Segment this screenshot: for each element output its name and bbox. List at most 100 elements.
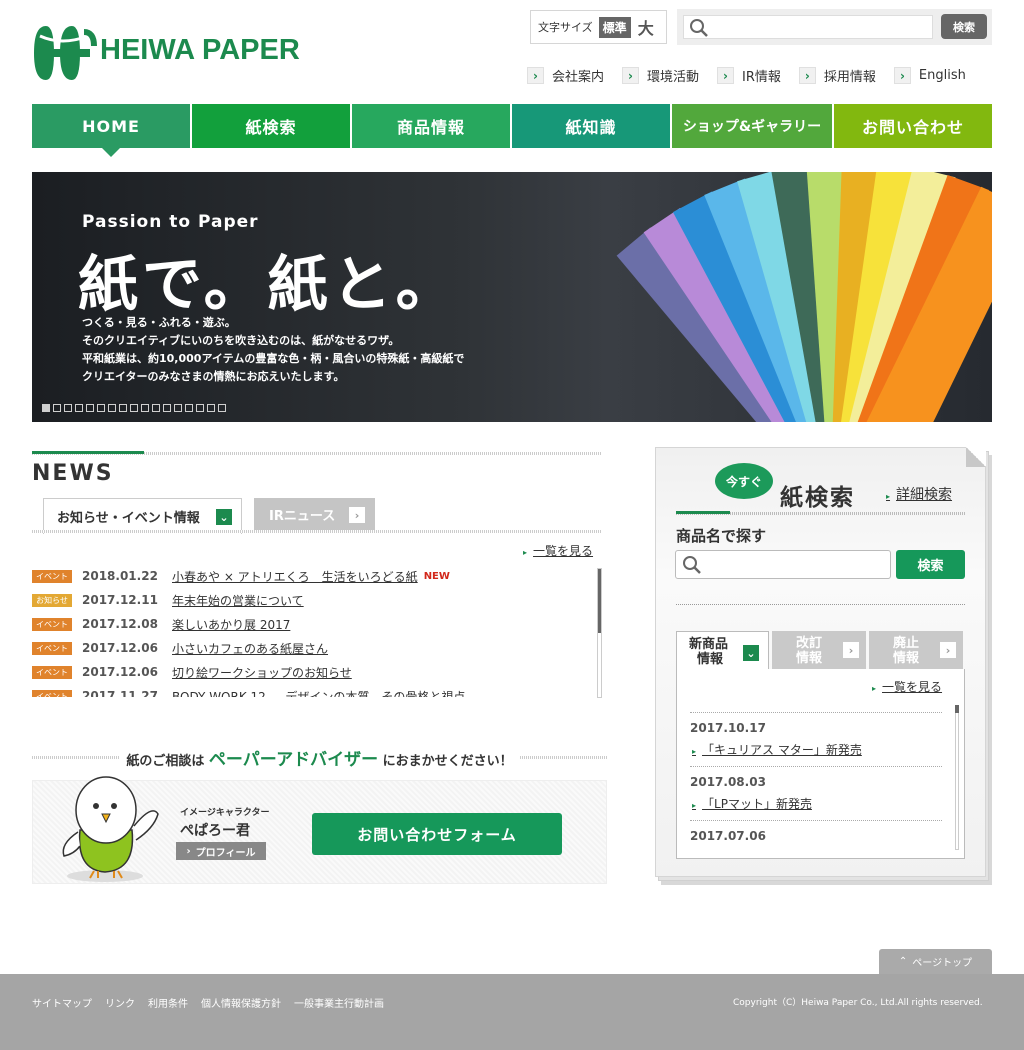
footer-link-terms[interactable]: 利用条件 — [148, 995, 188, 1010]
global-nav: HOME 紙検索 商品情報 紙知識 ショップ&ギャラリー お問い合わせ — [32, 104, 992, 157]
slide-indicator[interactable] — [185, 404, 193, 412]
news-item[interactable]: イベント 2017.12.06 切り絵ワークショップのお知らせ — [32, 660, 602, 684]
tab-ir-news[interactable]: IRニュース › — [254, 498, 375, 530]
news-item[interactable]: イベント 2017.12.08 楽しいあかり展 2017 — [32, 612, 602, 636]
slide-indicator[interactable] — [53, 404, 61, 412]
news-title[interactable]: 楽しいあかり展 2017 — [172, 616, 290, 633]
font-size-large-button[interactable]: 大 — [638, 15, 654, 39]
site-search-button[interactable]: 検索 — [941, 14, 987, 39]
new-product-link[interactable]: ▸ 「キュリアス マター」新発売 — [692, 741, 942, 758]
footer-link-links[interactable]: リンク — [105, 995, 135, 1010]
tab-new-products[interactable]: 新商品 情報 ⌄ — [676, 631, 769, 671]
paper-search-title: 紙検索 — [780, 485, 855, 511]
slide-indicator[interactable] — [130, 404, 138, 412]
advisor-head-highlight: ペーパーアドバイザー — [208, 749, 379, 770]
copyright: Copyright（C）Heiwa Paper Co., Ltd.All rig… — [733, 998, 983, 1008]
tab-news-events[interactable]: お知らせ・イベント情報 ⌄ — [43, 498, 242, 534]
logo-mark-icon — [34, 26, 97, 80]
news-date: 2017.12.08 — [82, 617, 158, 631]
detail-search-link[interactable]: ▸ 詳細検索 — [886, 484, 952, 504]
chevron-right-icon: › — [798, 67, 816, 84]
news-item[interactable]: お知らせ 2017.12.11 年末年始の営業について — [32, 588, 602, 612]
site-search-input[interactable] — [683, 15, 933, 39]
product-search-input[interactable] — [675, 550, 891, 579]
slide-indicator[interactable] — [86, 404, 94, 412]
chevron-down-icon: ⌄ — [743, 645, 759, 661]
logo-text: HEIWA PAPER — [100, 34, 300, 66]
nav-paper-knowledge[interactable]: 紙知識 — [512, 104, 670, 148]
profile-button[interactable]: › プロフィール — [176, 842, 266, 860]
news-title[interactable]: BODY WORK 12 ― デザインの本質、その骨格と視点 ― — [172, 688, 481, 698]
news-date: 2017.12.06 — [82, 665, 158, 679]
slide-indicator[interactable] — [97, 404, 105, 412]
new-products-scrollbar[interactable] — [955, 705, 959, 850]
page-top-button[interactable]: ⌃ ページトップ — [879, 949, 992, 974]
news-title[interactable]: 年末年始の営業について — [172, 592, 304, 609]
slide-indicator[interactable] — [163, 404, 171, 412]
arrow-right-icon: ▸ — [692, 801, 697, 810]
advisor-head-pre: 紙のご相談は — [126, 753, 205, 769]
slide-indicator[interactable] — [42, 404, 50, 412]
new-product-link[interactable]: ▸ 「LPマット」新発売 — [692, 795, 942, 812]
news-item[interactable]: イベント 2017.11.27 BODY WORK 12 ― デザインの本質、その骨… — [32, 684, 602, 697]
nav-home[interactable]: HOME — [32, 104, 190, 157]
slide-indicator[interactable] — [196, 404, 204, 412]
tabs-divider — [32, 530, 602, 533]
news-title[interactable]: 小春あや × アトリエくろ 生活をいろどる紙 — [172, 568, 418, 585]
slide-indicator[interactable] — [108, 404, 116, 412]
link-recruit[interactable]: › 採用情報 — [798, 66, 876, 85]
hero-tagline: Passion to Paper — [82, 212, 259, 232]
footer-links: サイトマップ リンク 利用条件 個人情報保護方針 一般事業主行動計画 — [32, 995, 384, 1010]
new-product-entry: 2017.10.17 ▸ 「キュリアス マター」新発売 — [690, 712, 942, 766]
hero-banner[interactable]: Passion to Paper 紙で。紙と。 つくる・見る・ふれる・遊ぶ。 そ… — [32, 172, 992, 422]
news-title[interactable]: 小さいカフェのある紙屋さん — [172, 640, 328, 657]
nav-shop-gallery[interactable]: ショップ&ギャラリー — [672, 104, 832, 148]
news-list: イベント 2018.01.22 小春あや × アトリエくろ 生活をいろどる紙 NEW お… — [32, 564, 602, 697]
news-date: 2017.12.11 — [82, 593, 158, 607]
footer-link-action-plan[interactable]: 一般事業主行動計画 — [294, 995, 384, 1010]
link-ir[interactable]: › IR情報 — [717, 66, 781, 85]
arrow-right-icon: ▸ — [872, 684, 877, 693]
nav-paper-search[interactable]: 紙検索 — [192, 104, 350, 148]
contact-form-button[interactable]: お問い合わせフォーム — [312, 813, 562, 855]
link-environment[interactable]: › 環境活動 — [622, 66, 699, 85]
news-date: 2017.11.27 — [82, 689, 158, 697]
footer-link-privacy[interactable]: 個人情報保護方針 — [201, 995, 281, 1010]
slide-indicator[interactable] — [218, 404, 226, 412]
news-scrollbar-thumb[interactable] — [598, 569, 601, 633]
category-badge: イベント — [32, 665, 72, 679]
slide-indicator[interactable] — [207, 404, 215, 412]
slide-indicator[interactable] — [174, 404, 182, 412]
slide-indicator[interactable] — [152, 404, 160, 412]
chevron-right-icon: › — [940, 642, 956, 658]
new-products-more-link[interactable]: ▸ 一覧を見る — [872, 678, 942, 695]
panel-divider-accent — [676, 511, 730, 514]
category-badge: イベント — [32, 689, 72, 697]
new-product-entry: 2017.07.06 — [690, 820, 942, 874]
new-product-entry: 2017.08.03 ▸ 「LPマット」新発売 — [690, 766, 942, 820]
nav-products[interactable]: 商品情報 — [352, 104, 510, 148]
product-search-button[interactable]: 検索 — [896, 550, 965, 579]
nav-contact[interactable]: お問い合わせ — [834, 104, 992, 148]
slide-indicator[interactable] — [75, 404, 83, 412]
tab-discontinued[interactable]: 廃止 情報 › — [869, 631, 963, 669]
new-products-scrollbar-thumb[interactable] — [955, 705, 959, 713]
news-title[interactable]: 切り絵ワークショップのお知らせ — [172, 664, 352, 681]
link-company[interactable]: › 会社案内 — [527, 66, 604, 85]
link-english[interactable]: › English — [893, 66, 966, 85]
utility-links: › 会社案内 › 環境活動 › IR情報 › 採用情報 › English — [527, 66, 966, 85]
tab-revisions[interactable]: 改訂 情報 › — [772, 631, 866, 669]
news-item[interactable]: イベント 2018.01.22 小春あや × アトリエくろ 生活をいろどる紙 NEW — [32, 564, 602, 588]
news-divider-accent — [32, 451, 144, 454]
news-item[interactable]: イベント 2017.12.06 小さいカフェのある紙屋さん — [32, 636, 602, 660]
advisor-rule — [32, 755, 120, 759]
arrow-right-icon: ▸ — [523, 548, 528, 557]
slide-indicator[interactable] — [141, 404, 149, 412]
chevron-right-icon: › — [527, 67, 544, 84]
font-size-standard-button[interactable]: 標準 — [598, 16, 631, 38]
news-more-link[interactable]: ▸ 一覧を見る — [523, 542, 593, 559]
slide-indicator[interactable] — [119, 404, 127, 412]
slide-indicator[interactable] — [64, 404, 72, 412]
footer-link-sitemap[interactable]: サイトマップ — [32, 995, 92, 1010]
new-product-title: 「LPマット」新発売 — [702, 797, 812, 811]
